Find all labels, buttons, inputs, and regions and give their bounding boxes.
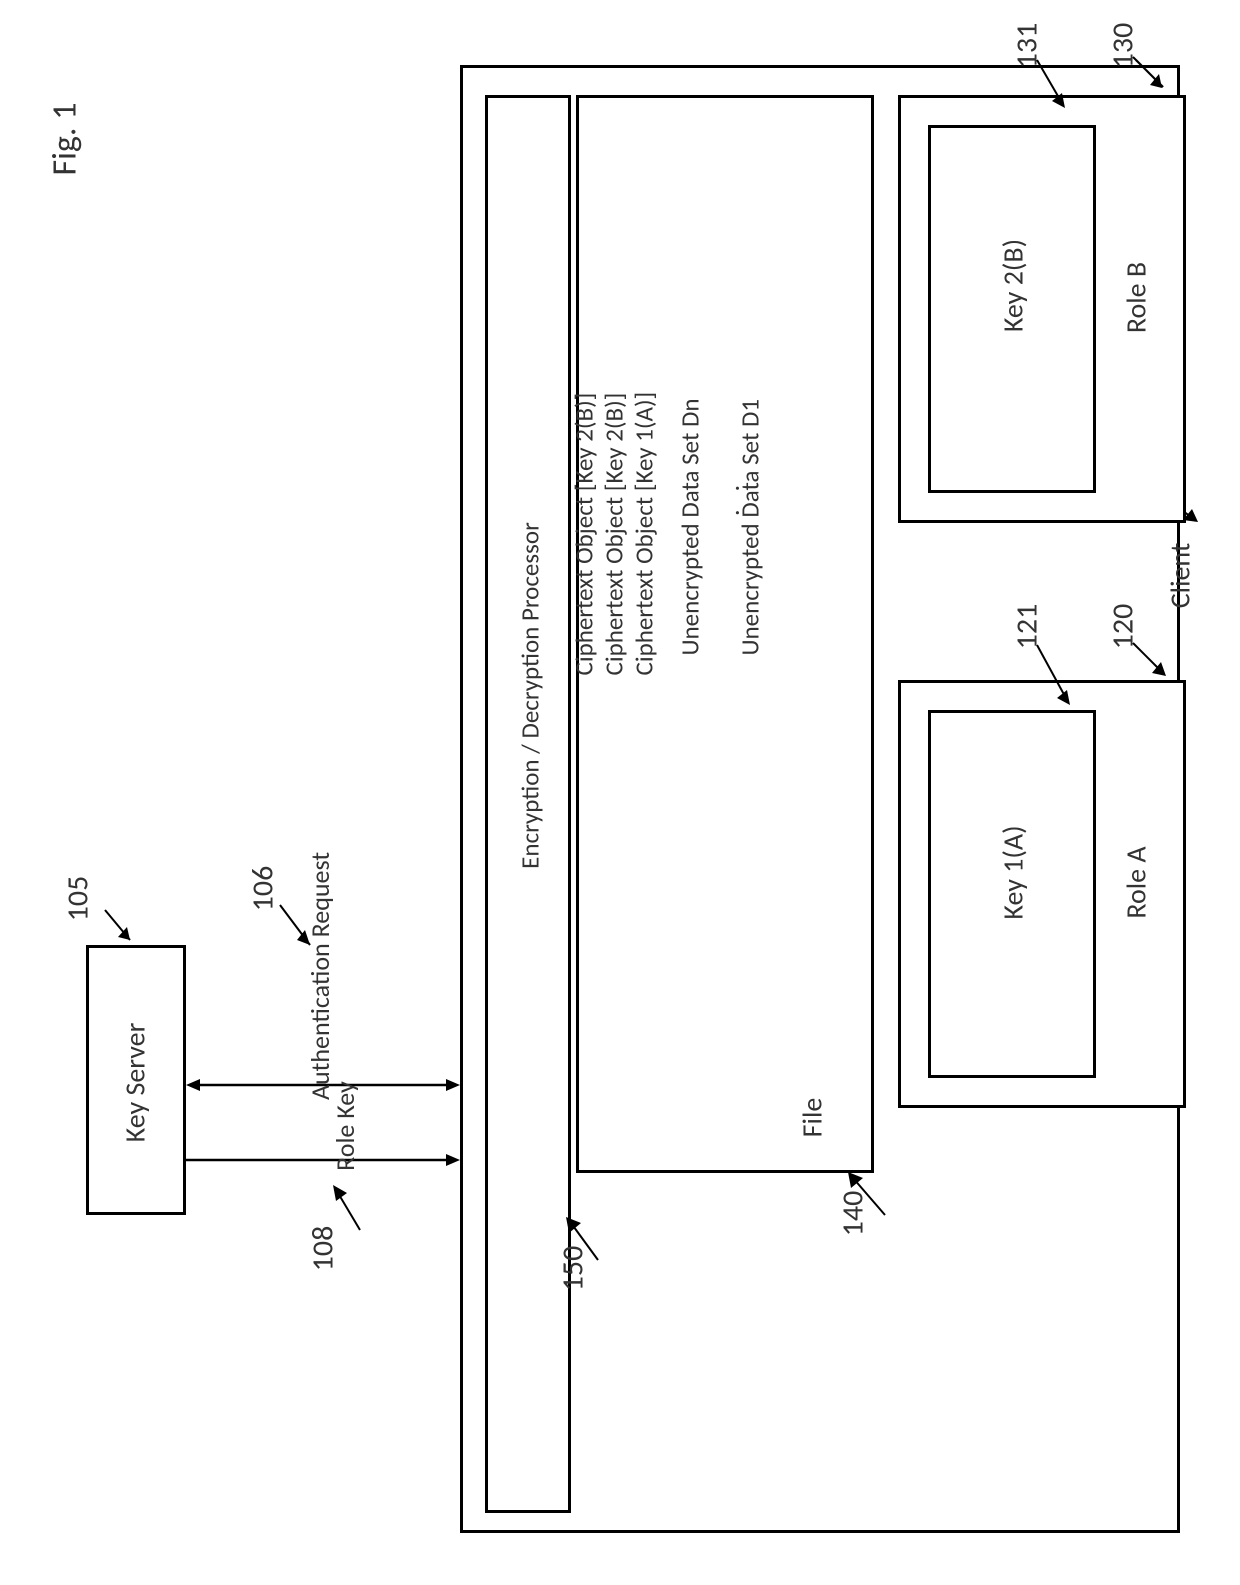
file-line-c2: Ciphertext Object [Key 2(B)] bbox=[599, 296, 630, 676]
arrow-ref-131 bbox=[1032, 55, 1072, 113]
file-line-c1: Ciphertext Object [Key 1(A)] bbox=[629, 296, 660, 676]
file-label: File bbox=[795, 1088, 830, 1148]
file-dots-1: . . bbox=[714, 456, 746, 516]
client-label: Client bbox=[1163, 526, 1198, 626]
key-server-label: Key Server bbox=[118, 1008, 153, 1158]
file-line-dn: Unencrypted Data Set Dn bbox=[675, 316, 706, 656]
arrow-ref-121 bbox=[1032, 640, 1077, 710]
arrow-ref-105 bbox=[100, 905, 140, 950]
role-key-arrow bbox=[186, 1150, 460, 1170]
role-key-label: Role Key bbox=[329, 1066, 361, 1186]
role-b-label: Role B bbox=[1119, 248, 1154, 348]
key-1a-label: Key 1(A) bbox=[996, 813, 1031, 933]
arrow-ref-120 bbox=[1128, 638, 1173, 683]
key-2b-label: Key 2(B) bbox=[996, 226, 1031, 346]
processor-label: Encryption / Decryption Processor bbox=[515, 476, 546, 916]
arrow-ref-150 bbox=[563, 1215, 608, 1265]
arrow-ref-108 bbox=[330, 1185, 370, 1235]
arrow-ref-140 bbox=[845, 1170, 895, 1220]
role-a-label: Role A bbox=[1119, 833, 1154, 933]
figure-title: Fig. 1 bbox=[45, 56, 86, 176]
key-server-ref: 105 bbox=[59, 876, 96, 922]
arrow-ref-106 bbox=[275, 900, 320, 955]
arrow-ref-130 bbox=[1128, 52, 1173, 97]
